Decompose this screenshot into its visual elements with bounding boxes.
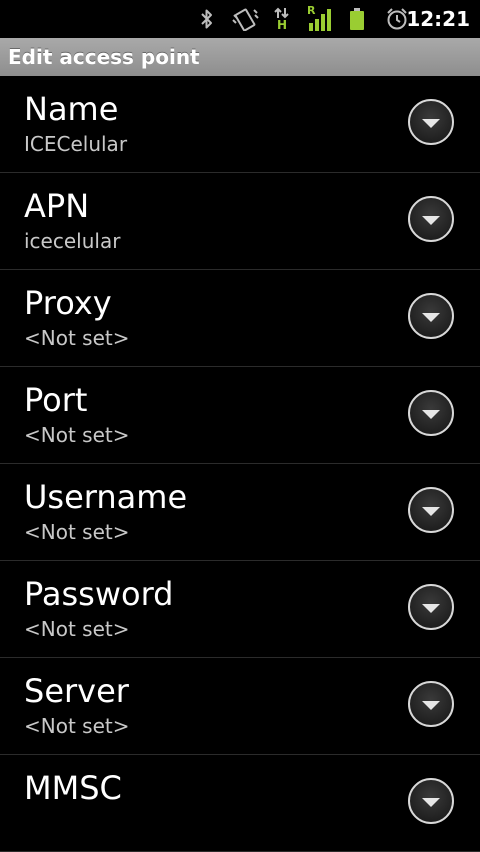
bluetooth-icon — [196, 0, 218, 38]
dropdown-button[interactable] — [408, 99, 454, 145]
item-label: Server — [24, 672, 129, 710]
dropdown-button[interactable] — [408, 390, 454, 436]
chevron-down-icon — [422, 410, 440, 419]
list-item-name[interactable]: Name ICECelular — [0, 76, 480, 173]
item-label: Name — [24, 90, 119, 128]
item-value: <Not set> — [24, 714, 130, 738]
item-label: Proxy — [24, 284, 112, 322]
dropdown-button[interactable] — [408, 584, 454, 630]
item-label: Username — [24, 478, 188, 516]
item-value: <Not set> — [24, 520, 130, 544]
list-item-password[interactable]: Password <Not set> — [0, 561, 480, 658]
item-value: <Not set> — [24, 617, 130, 641]
vibrate-icon — [230, 0, 260, 38]
item-value: ICECelular — [24, 132, 128, 156]
chevron-down-icon — [422, 701, 440, 710]
item-value: <Not set> — [24, 423, 130, 447]
apn-settings-list: Name ICECelular APN icecelular Proxy <No… — [0, 76, 480, 852]
dropdown-button[interactable] — [408, 196, 454, 242]
item-label: Port — [24, 381, 88, 419]
status-clock: 12:21 — [406, 7, 470, 31]
dropdown-button[interactable] — [408, 293, 454, 339]
page-title: Edit access point — [8, 45, 200, 69]
list-item-apn[interactable]: APN icecelular — [0, 173, 480, 270]
list-item-proxy[interactable]: Proxy <Not set> — [0, 270, 480, 367]
chevron-down-icon — [422, 216, 440, 225]
item-label: MMSC — [24, 769, 122, 807]
chevron-down-icon — [422, 604, 440, 613]
dropdown-button[interactable] — [408, 487, 454, 533]
chevron-down-icon — [422, 798, 440, 807]
chevron-down-icon — [422, 313, 440, 322]
dropdown-button[interactable] — [408, 681, 454, 727]
title-bar: Edit access point — [0, 38, 480, 76]
list-item-port[interactable]: Port <Not set> — [0, 367, 480, 464]
roaming-indicator: R — [307, 4, 316, 17]
item-value: icecelular — [24, 229, 121, 253]
list-item-server[interactable]: Server <Not set> — [0, 658, 480, 755]
chevron-down-icon — [422, 119, 440, 128]
list-item-username[interactable]: Username <Not set> — [0, 464, 480, 561]
dropdown-button[interactable] — [408, 778, 454, 824]
item-label: APN — [24, 187, 90, 225]
data-hspa-icon: H — [270, 0, 294, 38]
network-type-label: H — [276, 18, 288, 32]
status-bar: H R 12:21 — [0, 0, 480, 38]
signal-roaming-icon: R — [304, 0, 334, 38]
list-item-mmsc[interactable]: MMSC — [0, 755, 480, 852]
item-value: <Not set> — [24, 326, 130, 350]
item-label: Password — [24, 575, 174, 613]
battery-icon — [346, 0, 368, 38]
chevron-down-icon — [422, 507, 440, 516]
